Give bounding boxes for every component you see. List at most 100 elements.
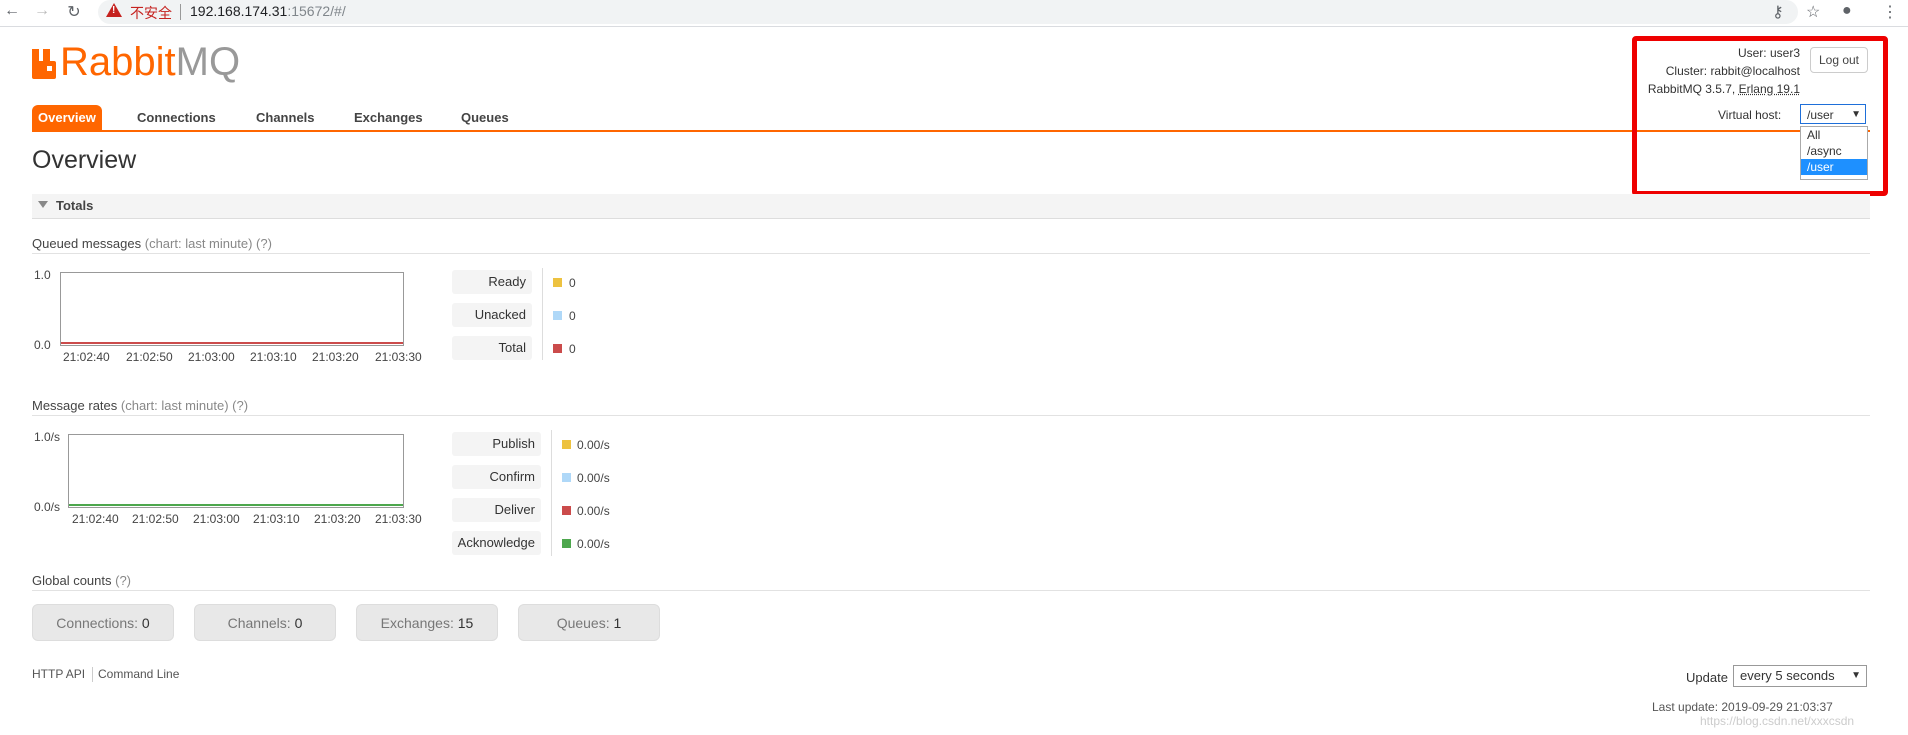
connections-count-button[interactable]: Connections: 0 — [32, 604, 174, 641]
exchanges-count-button[interactable]: Exchanges: 15 — [356, 604, 498, 641]
legend-total[interactable]: Total — [452, 336, 532, 360]
global-hint[interactable]: (?) — [115, 573, 131, 588]
last-update: Last update: 2019-09-29 21:03:37 — [1652, 700, 1833, 714]
rates-x-tick: 21:02:40 — [72, 512, 119, 526]
queued-messages-heading: Queued messages (chart: last minute) (?) — [32, 236, 272, 251]
legend-confirm[interactable]: Confirm — [452, 465, 541, 489]
acknowledge-value: 0.00/s — [577, 537, 610, 551]
legend-divider — [551, 430, 552, 556]
count-value: 15 — [457, 615, 474, 631]
legend-divider — [542, 268, 543, 360]
rates-x-tick: 21:02:50 — [132, 512, 179, 526]
update-interval-select[interactable]: every 5 seconds ▼ — [1733, 665, 1867, 687]
legend-deliver[interactable]: Deliver — [452, 498, 541, 522]
footer-separator — [92, 667, 93, 682]
forward-icon[interactable]: → — [32, 2, 52, 20]
count-value: 0 — [141, 615, 150, 631]
message-rates-heading: Message rates (chart: last minute) (?) — [32, 398, 248, 413]
queued-x-tick: 21:02:40 — [63, 350, 110, 364]
command-line-link[interactable]: Command Line — [98, 667, 179, 681]
ready-swatch — [553, 278, 562, 287]
channels-count-button[interactable]: Channels: 0 — [194, 604, 336, 641]
divider — [32, 253, 1870, 254]
global-counts-heading: Global counts (?) — [32, 573, 131, 588]
count-label: Queues: — [556, 615, 614, 631]
security-label[interactable]: 不安全 — [130, 3, 172, 23]
legend-ready[interactable]: Ready — [452, 270, 532, 294]
confirm-swatch — [562, 473, 571, 482]
queued-x-tick: 21:03:10 — [250, 350, 297, 364]
count-value: 0 — [294, 615, 303, 631]
update-label: Update — [1686, 670, 1728, 685]
logo-rabbit: Rabbit — [60, 40, 176, 84]
tabs-underline — [32, 130, 1870, 132]
menu-icon[interactable]: ⋮ — [1882, 2, 1898, 22]
logo-mq: MQ — [175, 40, 241, 84]
address-separator — [180, 4, 181, 20]
legend-acknowledge[interactable]: Acknowledge — [452, 531, 541, 555]
rates-x-tick: 21:03:00 — [193, 512, 240, 526]
tab-exchanges[interactable]: Exchanges — [348, 105, 429, 130]
queued-title: Queued messages — [32, 236, 142, 251]
legend-publish[interactable]: Publish — [452, 432, 541, 456]
url-path: :15672/#/ — [287, 3, 346, 19]
rates-x-tick: 21:03:20 — [314, 512, 361, 526]
totals-section-header[interactable] — [32, 194, 1870, 219]
queued-chart — [60, 272, 404, 346]
warning-mark: ! — [112, 5, 116, 16]
rabbitmq-logo: RabbitMQ — [60, 40, 240, 85]
publish-value: 0.00/s — [577, 438, 610, 452]
highlight-annotation-box — [1632, 36, 1888, 196]
divider — [32, 590, 1870, 591]
rates-hint[interactable]: (chart: last minute) (?) — [121, 398, 248, 413]
rates-x-tick: 21:03:10 — [253, 512, 300, 526]
watermark: https://blog.csdn.net/xxxcsdn — [1700, 714, 1855, 728]
deliver-swatch — [562, 506, 571, 515]
count-label: Connections: — [56, 615, 142, 631]
publish-swatch — [562, 440, 571, 449]
tab-overview[interactable]: Overview — [32, 105, 102, 130]
total-value: 0 — [569, 342, 576, 356]
rates-chart — [68, 434, 404, 508]
collapse-triangle-icon[interactable] — [38, 201, 48, 208]
tab-queues[interactable]: Queues — [455, 105, 515, 130]
queued-x-tick: 21:03:00 — [188, 350, 235, 364]
total-swatch — [553, 344, 562, 353]
queued-y-bottom: 0.0 — [34, 338, 51, 352]
star-icon[interactable]: ☆ — [1806, 2, 1820, 22]
address-bar[interactable] — [98, 0, 1798, 24]
queues-count-button[interactable]: Queues: 1 — [518, 604, 660, 641]
acknowledge-swatch — [562, 539, 571, 548]
legend-unacked[interactable]: Unacked — [452, 303, 532, 327]
account-icon[interactable]: ● — [1842, 2, 1852, 20]
count-value: 1 — [613, 615, 622, 631]
url-text[interactable]: 192.168.174.31:15672/#/ — [190, 3, 346, 19]
ready-value: 0 — [569, 276, 576, 290]
unacked-value: 0 — [569, 309, 576, 323]
totals-label[interactable]: Totals — [56, 198, 93, 213]
key-icon[interactable]: ⚷ — [1772, 2, 1784, 22]
back-icon[interactable]: ← — [2, 2, 22, 20]
update-interval-value: every 5 seconds — [1740, 668, 1835, 683]
rates-ack-line — [69, 504, 403, 506]
rates-x-tick: 21:03:30 — [375, 512, 422, 526]
queued-x-tick: 21:02:50 — [126, 350, 173, 364]
chevron-down-icon: ▼ — [1851, 670, 1861, 681]
confirm-value: 0.00/s — [577, 471, 610, 485]
queued-y-top: 1.0 — [34, 268, 51, 282]
queued-x-tick: 21:03:30 — [375, 350, 422, 364]
unacked-swatch — [553, 311, 562, 320]
count-label: Channels: — [227, 615, 295, 631]
global-title: Global counts — [32, 573, 112, 588]
count-label: Exchanges: — [380, 615, 458, 631]
tab-connections[interactable]: Connections — [131, 105, 222, 130]
tab-channels[interactable]: Channels — [250, 105, 321, 130]
url-host: 192.168.174.31 — [190, 3, 288, 19]
rates-title: Message rates — [32, 398, 118, 413]
rates-y-bottom: 0.0/s — [34, 500, 61, 514]
http-api-link[interactable]: HTTP API — [32, 667, 85, 681]
queued-hint[interactable]: (chart: last minute) (?) — [145, 236, 272, 251]
page-title: Overview — [32, 146, 137, 174]
reload-icon[interactable]: ↻ — [64, 2, 84, 22]
deliver-value: 0.00/s — [577, 504, 610, 518]
